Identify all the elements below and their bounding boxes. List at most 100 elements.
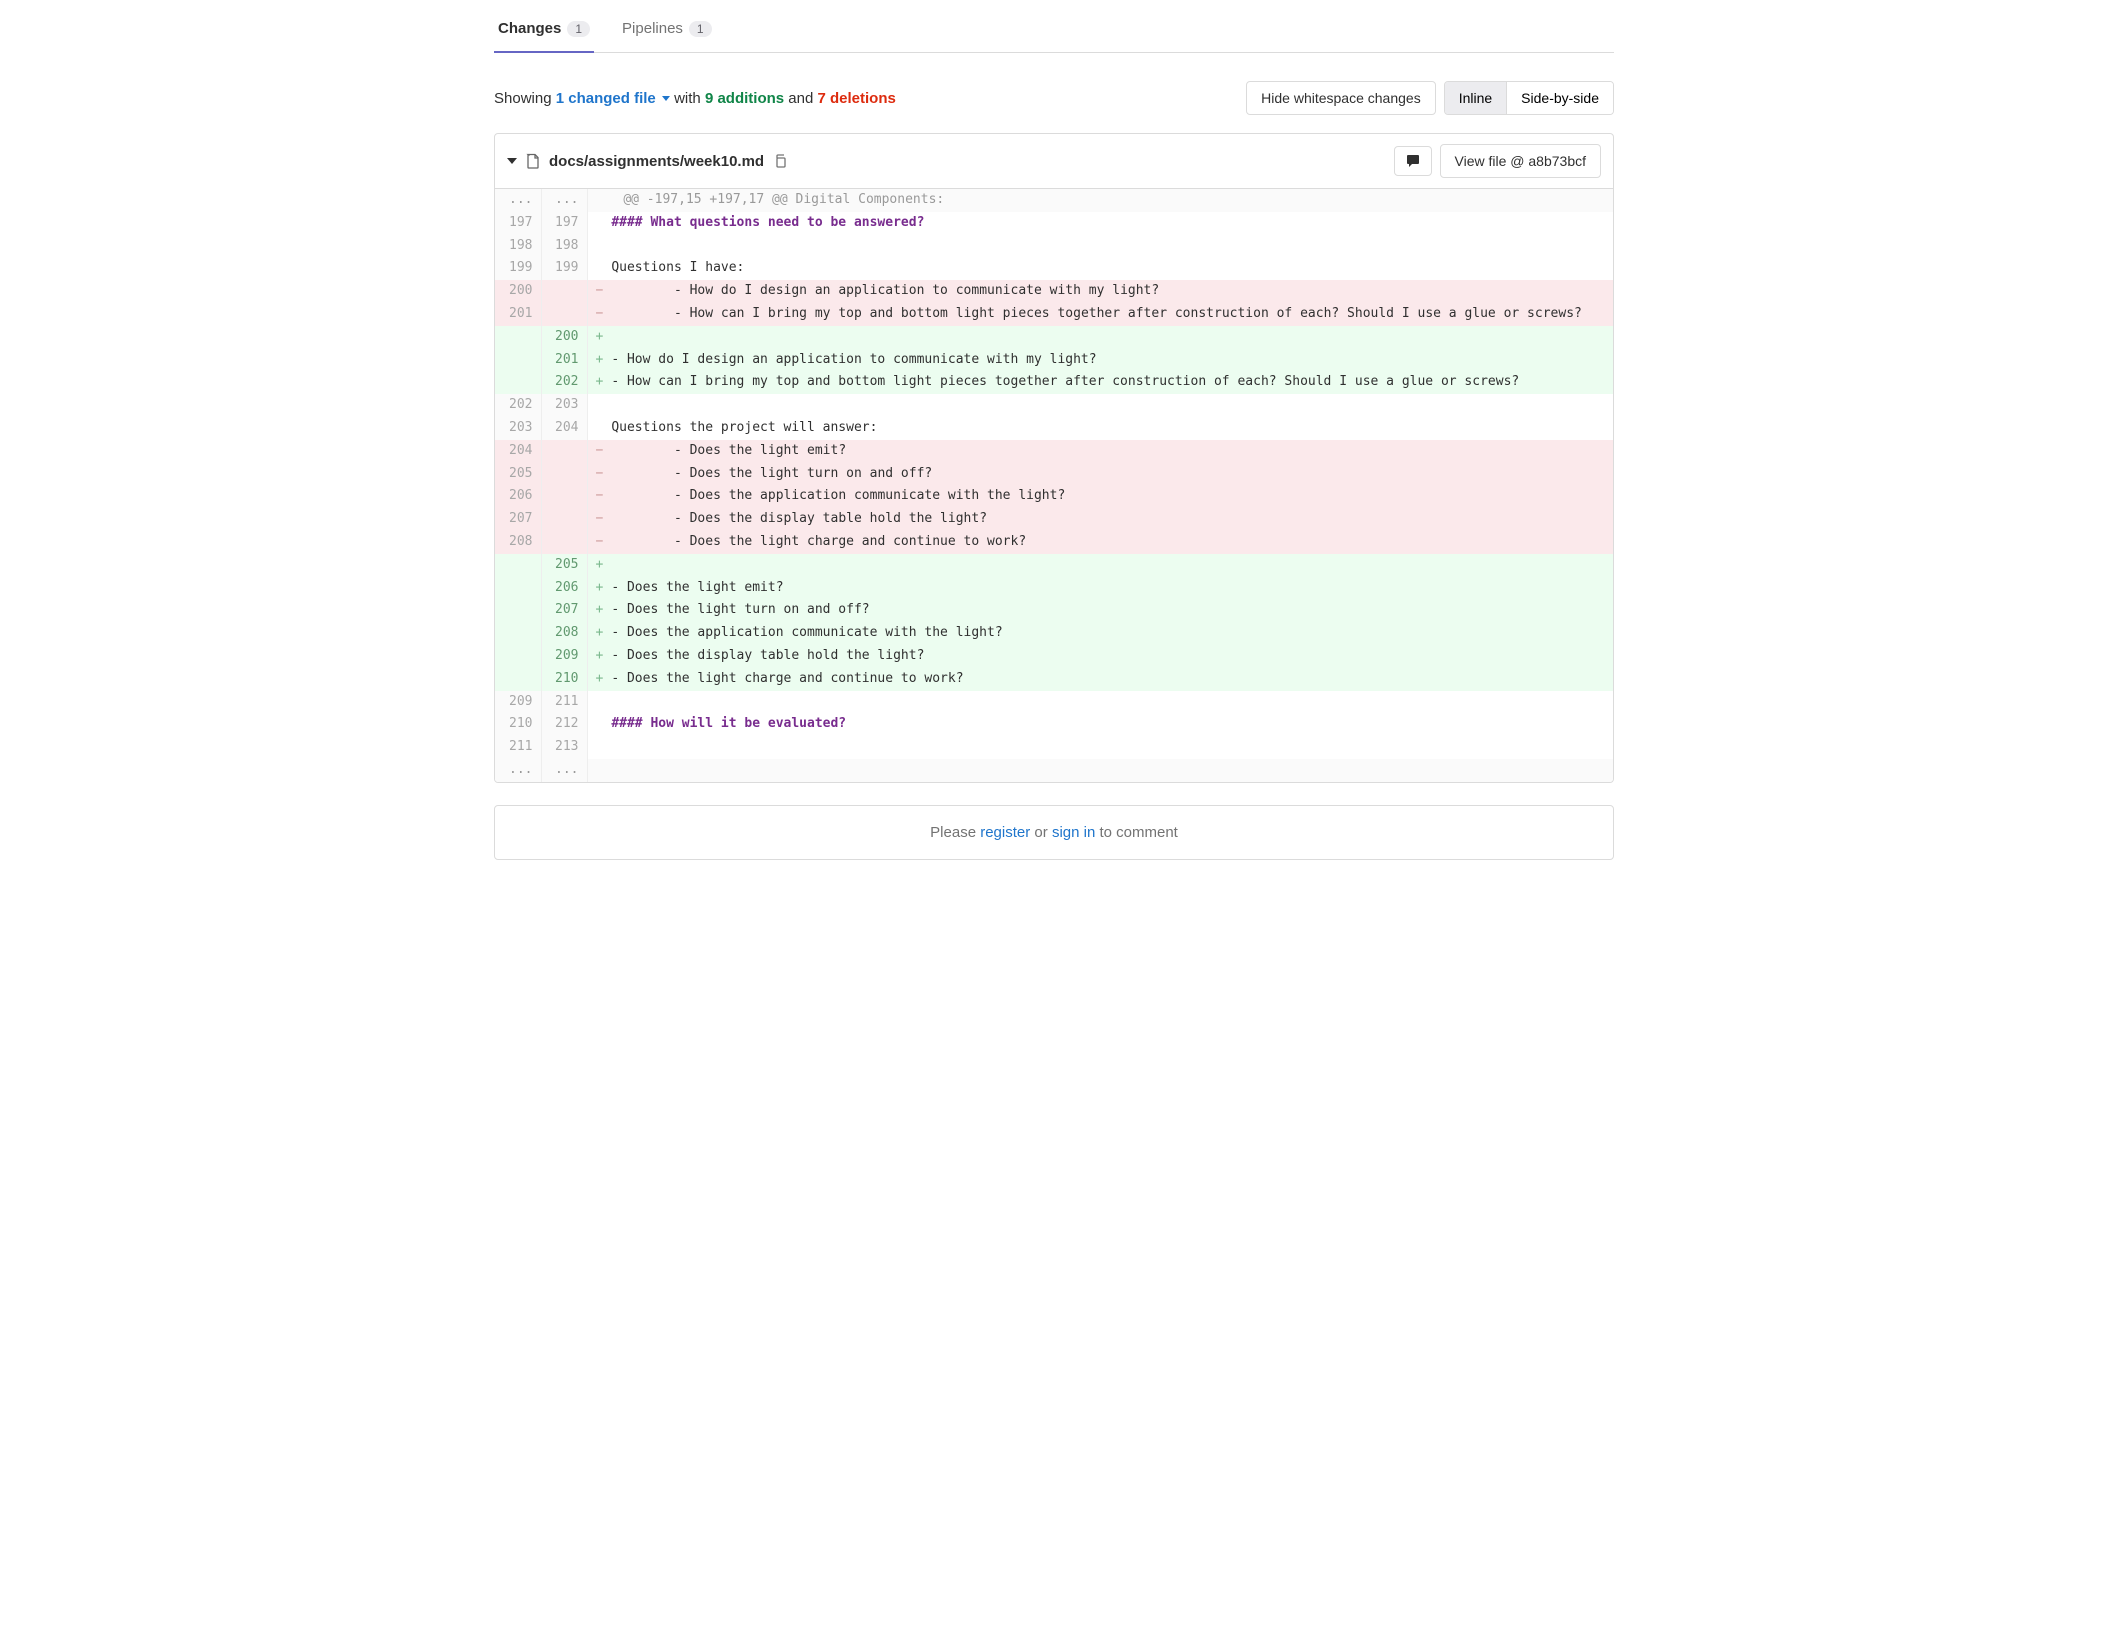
old-line-number[interactable] xyxy=(495,349,541,372)
diff-row: 206+- Does the light emit? xyxy=(495,577,1613,600)
old-line-number[interactable]: 199 xyxy=(495,257,541,280)
old-line-number[interactable]: 198 xyxy=(495,235,541,258)
file-path[interactable]: docs/assignments/week10.md xyxy=(549,153,764,170)
old-line-number[interactable] xyxy=(495,554,541,577)
diff-line-content: - Does the light emit? xyxy=(611,577,1612,600)
new-line-number[interactable]: 207 xyxy=(541,599,587,622)
prompt-or: or xyxy=(1030,824,1052,841)
old-line-number[interactable] xyxy=(495,668,541,691)
diff-row: 209+- Does the display table hold the li… xyxy=(495,645,1613,668)
old-line-number[interactable]: 206 xyxy=(495,485,541,508)
new-line-number[interactable]: 198 xyxy=(541,235,587,258)
toggle-comments-button[interactable] xyxy=(1394,146,1432,176)
diff-row: 200− - How do I design an application to… xyxy=(495,280,1613,303)
new-line-number[interactable]: 209 xyxy=(541,645,587,668)
diff-line-content: - Does the light turn on and off? xyxy=(611,463,1612,486)
diff-row: 208− - Does the light charge and continu… xyxy=(495,531,1613,554)
new-line-number[interactable]: 208 xyxy=(541,622,587,645)
expand-context[interactable]: ... xyxy=(495,759,541,782)
old-line-number[interactable]: 209 xyxy=(495,691,541,714)
old-line-number[interactable]: 203 xyxy=(495,417,541,440)
diff-sign xyxy=(587,212,611,235)
diff-row: 205 − - Does the light turn on and off? xyxy=(495,463,1613,486)
hide-whitespace-button[interactable]: Hide whitespace changes xyxy=(1246,81,1436,115)
diff-line-content: - Does the light charge and continue to … xyxy=(611,531,1612,554)
diff-sign: − xyxy=(587,303,611,326)
view-file-button[interactable]: View file @ a8b73bcf xyxy=(1440,144,1601,178)
new-line-number[interactable]: 204 xyxy=(541,417,587,440)
register-link[interactable]: register xyxy=(980,824,1030,841)
new-line-number[interactable]: 197 xyxy=(541,212,587,235)
new-line-number[interactable] xyxy=(541,463,587,486)
expand-context[interactable]: ... xyxy=(541,759,587,782)
new-line-number[interactable] xyxy=(541,440,587,463)
diff-row: 207 − - Does the display table hold the l… xyxy=(495,508,1613,531)
old-line-number[interactable] xyxy=(495,645,541,668)
old-line-number[interactable] xyxy=(495,577,541,600)
inline-view-button[interactable]: Inline xyxy=(1445,82,1507,114)
new-line-number[interactable]: 205 xyxy=(541,554,587,577)
old-line-number[interactable]: 202 xyxy=(495,394,541,417)
changed-files-link-text: 1 changed file xyxy=(556,90,656,107)
diff-line-content: Questions the project will answer: xyxy=(611,417,1612,440)
diff-line-content: - Does the display table hold the light? xyxy=(611,508,1612,531)
expand-context[interactable]: ... xyxy=(541,189,587,212)
sign-in-link[interactable]: sign in xyxy=(1052,824,1095,841)
side-by-side-view-button[interactable]: Side-by-side xyxy=(1507,82,1613,114)
hunk-text: @@ -197,15 +197,17 @@ Digital Components… xyxy=(611,189,1612,212)
old-line-number[interactable] xyxy=(495,371,541,394)
old-line-number[interactable]: 204 xyxy=(495,440,541,463)
new-line-number[interactable]: 213 xyxy=(541,736,587,759)
old-line-number[interactable] xyxy=(495,622,541,645)
diff-row: 205+ xyxy=(495,554,1613,577)
hunk-header[interactable]: ...... @@ -197,15 +197,17 @@ Digital Comp… xyxy=(495,189,1613,212)
diff-row: 197197#### What questions need to be ans… xyxy=(495,212,1613,235)
new-line-number[interactable]: 212 xyxy=(541,713,587,736)
diff-line-content xyxy=(611,736,1612,759)
old-line-number[interactable]: 210 xyxy=(495,713,541,736)
tab-changes[interactable]: Changes 1 xyxy=(494,8,594,53)
expand-context-row[interactable]: ...... xyxy=(495,759,1613,782)
tab-pipelines[interactable]: Pipelines 1 xyxy=(618,8,716,53)
chevron-down-icon[interactable] xyxy=(507,158,517,164)
diff-sign: − xyxy=(587,463,611,486)
diff-row: 208+- Does the application communicate w… xyxy=(495,622,1613,645)
new-line-number[interactable]: 199 xyxy=(541,257,587,280)
diff-sign: + xyxy=(587,326,611,349)
new-line-number[interactable]: 203 xyxy=(541,394,587,417)
new-line-number[interactable]: 201 xyxy=(541,349,587,372)
diff-sign xyxy=(587,235,611,258)
diff-sign: − xyxy=(587,508,611,531)
new-line-number[interactable]: 211 xyxy=(541,691,587,714)
expand-context[interactable]: ... xyxy=(495,189,541,212)
new-line-number[interactable]: 210 xyxy=(541,668,587,691)
old-line-number[interactable] xyxy=(495,326,541,349)
old-line-number[interactable]: 197 xyxy=(495,212,541,235)
old-line-number[interactable]: 201 xyxy=(495,303,541,326)
new-line-number[interactable]: 202 xyxy=(541,371,587,394)
diff-sign: + xyxy=(587,554,611,577)
diff-sign: + xyxy=(587,622,611,645)
old-line-number[interactable]: 211 xyxy=(495,736,541,759)
new-line-number[interactable]: 206 xyxy=(541,577,587,600)
changed-files-dropdown[interactable]: 1 changed file xyxy=(556,90,670,107)
old-line-number[interactable]: 205 xyxy=(495,463,541,486)
new-line-number[interactable] xyxy=(541,531,587,554)
comment-login-prompt: Please register or sign in to comment xyxy=(494,805,1614,860)
diff-line-content xyxy=(611,394,1612,417)
diff-sign xyxy=(587,713,611,736)
diff-view-controls: Hide whitespace changes Inline Side-by-s… xyxy=(1246,81,1614,115)
diff-row: 210+- Does the light charge and continue… xyxy=(495,668,1613,691)
old-line-number[interactable] xyxy=(495,599,541,622)
old-line-number[interactable]: 207 xyxy=(495,508,541,531)
new-line-number[interactable] xyxy=(541,303,587,326)
new-line-number[interactable]: 200 xyxy=(541,326,587,349)
diff-sign: − xyxy=(587,280,611,303)
diff-line-content: - How can I bring my top and bottom ligh… xyxy=(611,303,1612,326)
new-line-number[interactable] xyxy=(541,508,587,531)
old-line-number[interactable]: 208 xyxy=(495,531,541,554)
new-line-number[interactable] xyxy=(541,280,587,303)
old-line-number[interactable]: 200 xyxy=(495,280,541,303)
new-line-number[interactable] xyxy=(541,485,587,508)
copy-path-icon[interactable] xyxy=(772,153,788,169)
